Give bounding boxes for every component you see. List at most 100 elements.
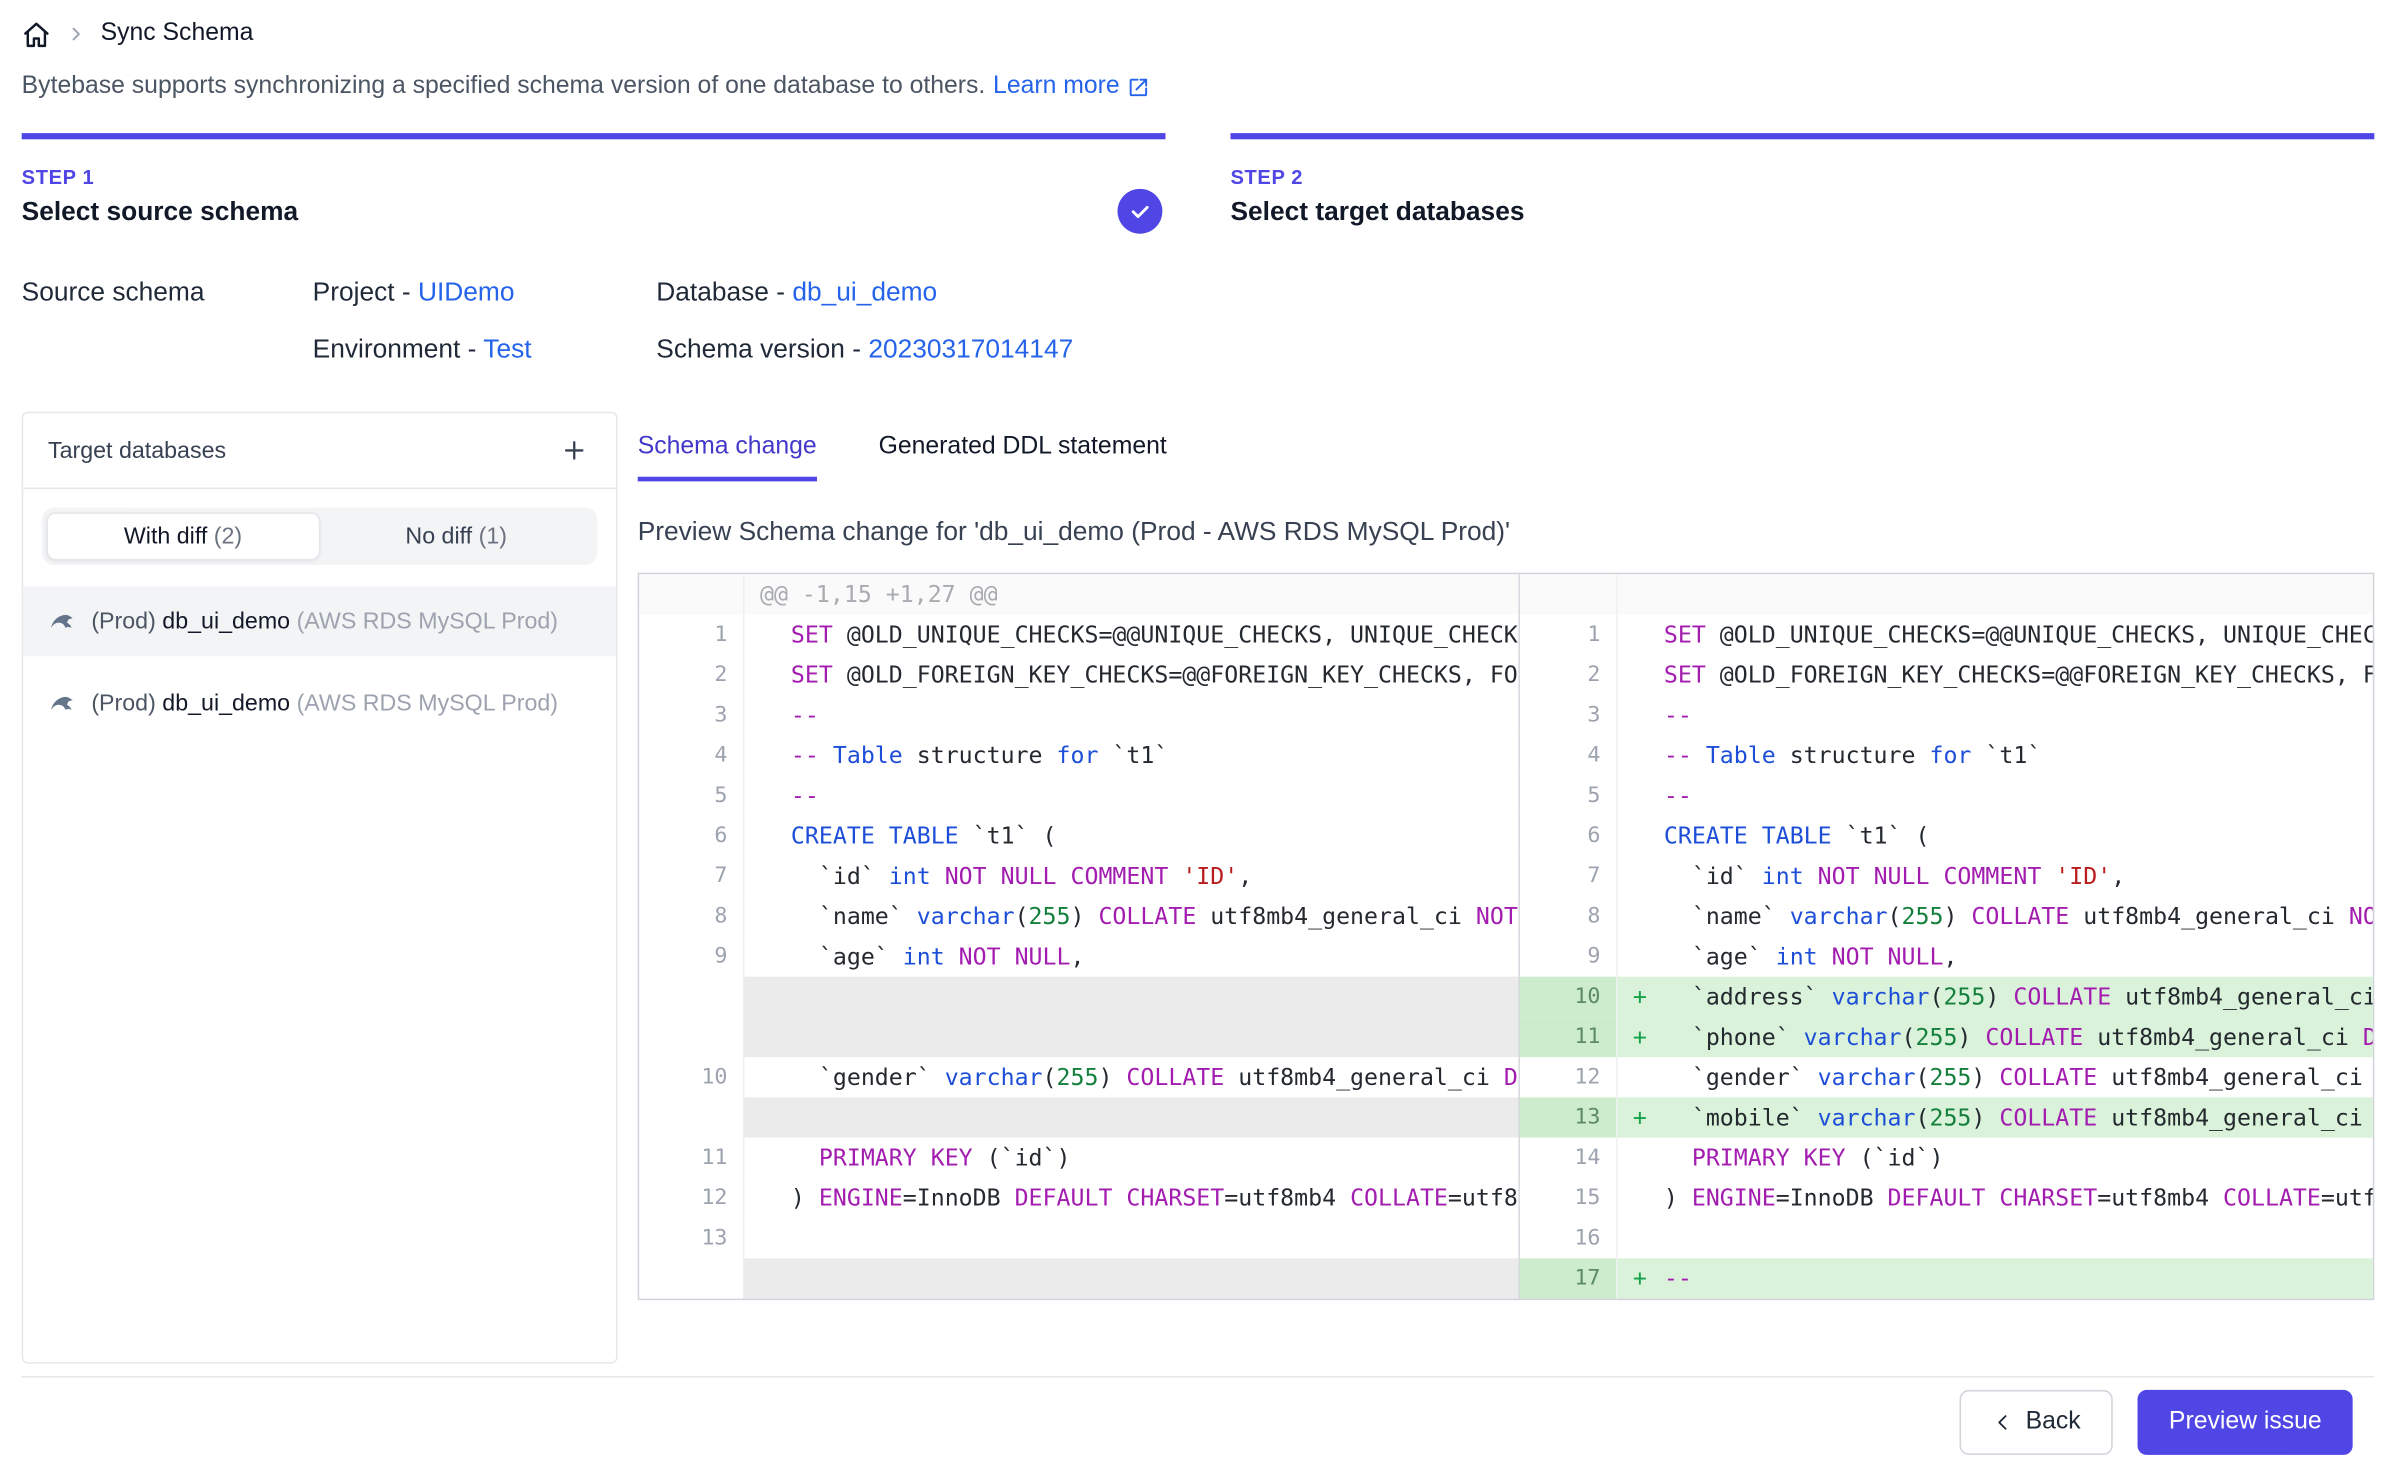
right-code: PRIMARY KEY (`id`) bbox=[1617, 1138, 2372, 1178]
left-line-number: 8 bbox=[639, 896, 744, 936]
right-code bbox=[1617, 1218, 2372, 1258]
left-line-number bbox=[639, 574, 744, 614]
left-line-number: 1 bbox=[639, 614, 744, 654]
database-item-text: (Prod) db_ui_demo (AWS RDS MySQL Prod) bbox=[91, 690, 558, 716]
left-line-number: 12 bbox=[639, 1178, 744, 1218]
chevron-left-icon bbox=[1992, 1412, 2014, 1434]
add-target-database-button[interactable] bbox=[557, 433, 591, 467]
tab-no-diff-label: No diff bbox=[405, 523, 472, 549]
tab-no-diff[interactable]: No diff (1) bbox=[320, 512, 593, 560]
left-code: SET @OLD_FOREIGN_KEY_CHECKS=@@FOREIGN_KE… bbox=[744, 655, 1518, 695]
left-code: `age` int NOT NULL, bbox=[744, 936, 1518, 976]
database-name: db_ui_demo bbox=[162, 690, 290, 716]
database-label: Database - bbox=[656, 277, 785, 306]
diff-filter-tabs: With diff (2) No diff (1) bbox=[42, 508, 598, 565]
schema-diff-viewer[interactable]: @@ -1,15 +1,27 @@ 1SET @OLD_UNIQUE_CHECK… bbox=[638, 573, 2375, 1300]
left-line-number: 10 bbox=[639, 1057, 744, 1097]
step-2-progress-bar bbox=[1231, 133, 2375, 139]
left-code bbox=[744, 1218, 1518, 1258]
right-code: + `phone` varchar(255) COLLATE utf8mb4_g… bbox=[1617, 1017, 2372, 1057]
right-line-number: 16 bbox=[1518, 1218, 1617, 1258]
tab-generated-ddl[interactable]: Generated DDL statement bbox=[879, 433, 1167, 481]
left-line-number: 11 bbox=[639, 1138, 744, 1178]
tab-with-diff-label: With diff bbox=[124, 523, 207, 549]
step-2-kicker: STEP 2 bbox=[1231, 166, 2375, 189]
environment-field: Environment - Test bbox=[313, 334, 657, 365]
step-2-title: Select target databases bbox=[1231, 197, 2375, 228]
tab-with-diff[interactable]: With diff (2) bbox=[46, 512, 319, 560]
learn-more-link[interactable]: Learn more bbox=[993, 73, 1120, 101]
target-databases-panel: Target databases With diff (2) No diff (… bbox=[22, 412, 618, 1364]
right-line-number: 11 bbox=[1518, 1017, 1617, 1057]
target-databases-header: Target databases bbox=[23, 413, 616, 489]
tab-no-diff-count: (1) bbox=[479, 523, 507, 549]
left-line-number: 7 bbox=[639, 856, 744, 896]
diff-row: 2SET @OLD_FOREIGN_KEY_CHECKS=@@FOREIGN_K… bbox=[639, 655, 2373, 695]
main-content: Target databases With diff (2) No diff (… bbox=[22, 412, 2375, 1364]
back-button[interactable]: Back bbox=[1959, 1390, 2113, 1455]
left-line-number bbox=[639, 1258, 744, 1298]
preview-issue-button[interactable]: Preview issue bbox=[2138, 1390, 2353, 1455]
diff-row: 1SET @OLD_UNIQUE_CHECKS=@@UNIQUE_CHECKS,… bbox=[639, 614, 2373, 654]
back-button-label: Back bbox=[2026, 1408, 2081, 1436]
diff-row: 3--3-- bbox=[639, 695, 2373, 735]
project-label: Project - bbox=[313, 277, 411, 306]
diff-row: 5--5-- bbox=[639, 775, 2373, 815]
right-code: ) ENGINE=InnoDB DEFAULT CHARSET=utf8mb4 … bbox=[1617, 1178, 2372, 1218]
database-instance: (AWS RDS MySQL Prod) bbox=[297, 608, 558, 634]
diff-row: 7 `id` int NOT NULL COMMENT 'ID',7 `id` … bbox=[639, 856, 2373, 896]
step-1-title: Select source schema bbox=[22, 197, 1166, 228]
schema-version-link[interactable]: 20230317014147 bbox=[868, 334, 1073, 363]
database-link[interactable]: db_ui_demo bbox=[792, 277, 937, 306]
external-link-icon[interactable] bbox=[1127, 75, 1150, 98]
page-title: Sync Schema bbox=[101, 20, 254, 48]
schema-preview-panel: Schema change Generated DDL statement Pr… bbox=[638, 412, 2375, 1364]
step-1-completed-check-icon bbox=[1118, 189, 1163, 234]
home-icon[interactable] bbox=[22, 19, 51, 48]
right-code: `name` varchar(255) COLLATE utf8mb4_gene… bbox=[1617, 896, 2372, 936]
right-line-number: 5 bbox=[1518, 775, 1617, 815]
right-code: SET @OLD_FOREIGN_KEY_CHECKS=@@FOREIGN_KE… bbox=[1617, 655, 2372, 695]
diff-row: 4-- Table structure for `t1`4-- Table st… bbox=[639, 735, 2373, 775]
schema-version-label: Schema version - bbox=[656, 334, 861, 363]
right-line-number: 7 bbox=[1518, 856, 1617, 896]
hunk-header: @@ -1,15 +1,27 @@ bbox=[744, 574, 1518, 614]
left-code bbox=[744, 1017, 1518, 1057]
intro-text: Bytebase supports synchronizing a specif… bbox=[22, 73, 2375, 101]
left-code: -- Table structure for `t1` bbox=[744, 735, 1518, 775]
mysql-icon bbox=[48, 607, 77, 636]
left-code: -- bbox=[744, 695, 1518, 735]
diff-row: 10 `gender` varchar(255) COLLATE utf8mb4… bbox=[639, 1057, 2373, 1097]
diff-row: 9 `age` int NOT NULL,9 `age` int NOT NUL… bbox=[639, 936, 2373, 976]
right-line-number: 17 bbox=[1518, 1258, 1617, 1298]
left-line-number: 9 bbox=[639, 936, 744, 976]
database-env: (Prod) bbox=[91, 608, 156, 634]
database-env: (Prod) bbox=[91, 690, 156, 716]
diff-row: 1316 bbox=[639, 1218, 2373, 1258]
environment-link[interactable]: Test bbox=[483, 334, 531, 363]
right-code: + `address` varchar(255) COLLATE utf8mb4… bbox=[1617, 977, 2372, 1017]
right-line-number: 12 bbox=[1518, 1057, 1617, 1097]
left-line-number: 2 bbox=[639, 655, 744, 695]
right-line-number: 15 bbox=[1518, 1178, 1617, 1218]
right-line-number: 8 bbox=[1518, 896, 1617, 936]
right-code: -- bbox=[1617, 775, 2372, 815]
left-code bbox=[744, 1097, 1518, 1137]
diff-row: 13+ `mobile` varchar(255) COLLATE utf8mb… bbox=[639, 1097, 2373, 1137]
right-line-number: 6 bbox=[1518, 816, 1617, 856]
left-line-number: 3 bbox=[639, 695, 744, 735]
list-item-database-2[interactable]: (Prod) db_ui_demo (AWS RDS MySQL Prod) bbox=[23, 669, 616, 739]
right-line-number: 3 bbox=[1518, 695, 1617, 735]
chevron-right-icon bbox=[67, 25, 86, 44]
left-line-number bbox=[639, 1097, 744, 1137]
list-item-database-1[interactable]: (Prod) db_ui_demo (AWS RDS MySQL Prod) bbox=[23, 587, 616, 657]
diff-row: 10+ `address` varchar(255) COLLATE utf8m… bbox=[639, 977, 2373, 1017]
right-code: + `mobile` varchar(255) COLLATE utf8mb4_… bbox=[1617, 1097, 2372, 1137]
tab-with-diff-count: (2) bbox=[214, 523, 242, 549]
step-1-progress-bar bbox=[22, 133, 1166, 139]
diff-row: 6CREATE TABLE `t1` (6CREATE TABLE `t1` ( bbox=[639, 816, 2373, 856]
tab-schema-change[interactable]: Schema change bbox=[638, 433, 817, 481]
preview-title: Preview Schema change for 'db_ui_demo (P… bbox=[638, 517, 2375, 548]
project-field: Project - UIDemo bbox=[313, 277, 657, 308]
project-link[interactable]: UIDemo bbox=[418, 277, 515, 306]
